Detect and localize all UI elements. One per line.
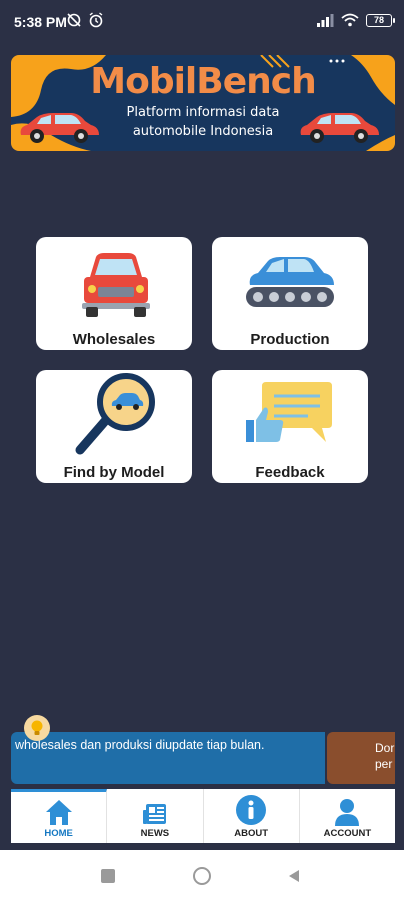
status-time: 5:38 PM xyxy=(14,14,67,30)
home-icon xyxy=(45,800,72,825)
magnifier-car-icon xyxy=(75,373,155,455)
system-navigation-bar xyxy=(0,850,404,900)
nav-about[interactable]: ABOUT xyxy=(204,789,300,843)
nav-about-label: ABOUT xyxy=(234,828,269,839)
info-ticker-next[interactable]: Dor per xyxy=(327,732,395,784)
alarm-icon xyxy=(89,12,103,28)
info-icon xyxy=(236,795,267,825)
signal-icon xyxy=(317,14,334,27)
nav-account-label: ACCOUNT xyxy=(323,828,372,839)
nav-news[interactable]: NEWS xyxy=(107,789,204,843)
production-label: Production xyxy=(250,331,330,348)
back-icon[interactable] xyxy=(286,868,302,884)
info-ticker[interactable]: wholesales dan produksi diupdate tiap bu… xyxy=(11,732,325,784)
bottom-navigation: HOME NEWS ABOUT ACCOUNT xyxy=(11,789,395,843)
nav-account[interactable]: ACCOUNT xyxy=(300,789,395,843)
ticker-next-text: Dor per xyxy=(375,741,395,771)
feedback-label: Feedback xyxy=(255,464,325,481)
user-icon xyxy=(335,799,360,826)
feedback-card[interactable]: Feedback xyxy=(212,370,368,483)
find-by-model-card[interactable]: Find by Model xyxy=(36,370,192,483)
production-card[interactable]: Production xyxy=(212,237,368,350)
nav-home[interactable]: HOME xyxy=(11,789,108,843)
status-bar: 5:38 PM 78 xyxy=(0,0,404,44)
recent-apps-button[interactable] xyxy=(101,869,115,883)
wholesales-card[interactable]: Wholesales xyxy=(36,237,192,350)
battery-icon: 78 xyxy=(366,13,395,27)
feedback-icon xyxy=(246,382,332,442)
wholesales-label: Wholesales xyxy=(72,331,156,348)
sync-off-icon xyxy=(67,13,81,27)
lightbulb-icon xyxy=(24,715,50,741)
nav-news-label: NEWS xyxy=(140,828,170,839)
home-button[interactable] xyxy=(193,867,211,885)
wifi-icon xyxy=(341,13,359,27)
newspaper-icon xyxy=(142,804,166,824)
find-by-model-label: Find by Model xyxy=(63,464,165,481)
banner-title: MobilBench xyxy=(90,61,316,102)
banner-subtitle: Platform informasi data automobile Indon… xyxy=(126,105,280,139)
ticker-message: wholesales dan produksi diupdate tiap bu… xyxy=(15,738,265,752)
banner: MobilBench Platform informasi data autom… xyxy=(11,55,395,151)
car-front-icon xyxy=(82,253,150,317)
nav-home-label: HOME xyxy=(44,828,73,839)
app-body: MobilBench Platform informasi data autom… xyxy=(0,44,404,850)
car-conveyor-icon xyxy=(246,257,334,307)
